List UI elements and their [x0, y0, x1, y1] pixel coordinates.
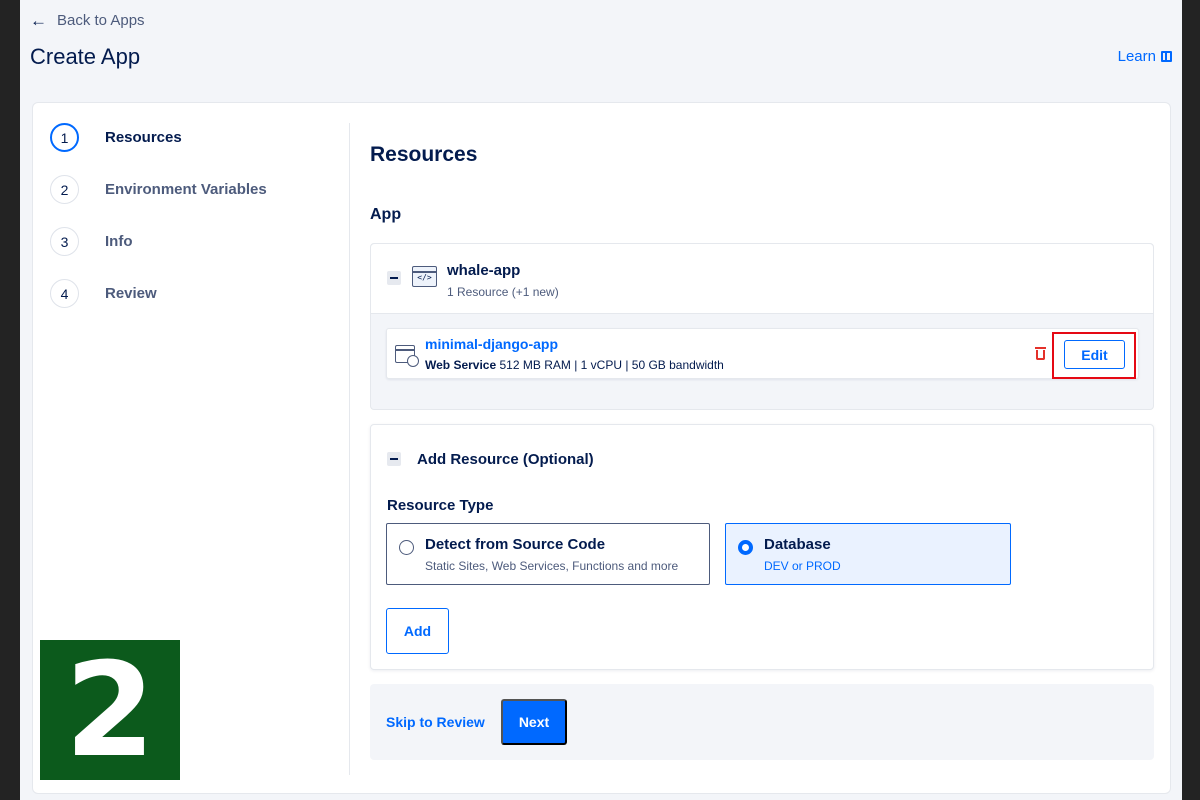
option-detect-from-source[interactable]: Detect from Source Code Static Sites, We…	[386, 523, 710, 585]
code-window-icon: </>	[412, 266, 437, 287]
step-environment-variables[interactable]: 2 Environment Variables	[50, 175, 267, 204]
step-number: 2	[50, 175, 79, 204]
step-label: Resources	[105, 129, 182, 146]
app-section-label: App	[370, 206, 402, 223]
learn-link-label: Learn	[1117, 48, 1156, 65]
web-service-globe-icon	[395, 345, 419, 367]
radio-checked[interactable]	[738, 540, 753, 555]
component-type: Web Service	[425, 358, 497, 372]
component-name-link[interactable]: minimal-django-app	[425, 336, 558, 352]
section-title: Resources	[370, 143, 478, 166]
step-number: 1	[50, 123, 79, 152]
page-title: Create App	[30, 44, 141, 69]
option-title: Database	[764, 536, 831, 553]
step-number: 4	[50, 279, 79, 308]
resources-main: Resources App </> whale-app 1 Resource (…	[370, 103, 1154, 793]
resource-type-label: Resource Type	[387, 497, 494, 514]
app-panel: </> whale-app 1 Resource (+1 new) minima…	[370, 243, 1154, 410]
back-link-label: Back to Apps	[57, 12, 145, 29]
option-subtitle: DEV or PROD	[764, 559, 841, 573]
component-row: minimal-django-app Web Service 512 MB RA…	[386, 328, 1139, 379]
option-subtitle: Static Sites, Web Services, Functions an…	[425, 559, 679, 573]
skip-to-review-link[interactable]: Skip to Review	[386, 714, 485, 730]
arrow-left-icon: ←	[30, 11, 47, 30]
learn-link[interactable]: Learn	[1118, 48, 1172, 65]
app-name: whale-app	[447, 262, 521, 279]
add-resource-panel: Add Resource (Optional) Resource Type De…	[370, 424, 1154, 670]
step-number-badge: 2	[40, 640, 180, 780]
step-label: Info	[105, 233, 133, 250]
app-resource-count: 1 Resource (+1 new)	[447, 285, 559, 299]
component-spec-text: 512 MB RAM | 1 vCPU | 50 GB bandwidth	[499, 358, 724, 372]
app-header: </> whale-app 1 Resource (+1 new)	[371, 244, 1153, 314]
add-button[interactable]: Add	[386, 608, 449, 654]
footer-bar: Skip to Review Next	[370, 684, 1154, 760]
component-spec: Web Service 512 MB RAM | 1 vCPU | 50 GB …	[425, 358, 724, 372]
collapse-app-button[interactable]	[387, 271, 401, 285]
step-label: Review	[105, 285, 157, 302]
step-resources[interactable]: 1 Resources	[50, 123, 182, 152]
step-review[interactable]: 4 Review	[50, 279, 157, 308]
next-button[interactable]: Next	[501, 699, 567, 745]
option-database[interactable]: Database DEV or PROD	[725, 523, 1011, 585]
step-number: 3	[50, 227, 79, 256]
collapse-add-resource-button[interactable]	[387, 452, 401, 466]
add-resource-title: Add Resource (Optional)	[417, 451, 594, 468]
trash-icon[interactable]	[1035, 347, 1046, 360]
stepper-divider	[349, 123, 350, 775]
step-label: Environment Variables	[105, 181, 267, 198]
book-icon	[1161, 51, 1172, 62]
radio-unchecked[interactable]	[399, 540, 414, 555]
create-app-card: 1 Resources 2 Environment Variables 3 In…	[32, 102, 1171, 794]
edit-button[interactable]: Edit	[1064, 340, 1125, 369]
back-to-apps-link[interactable]: ← Back to Apps	[30, 12, 145, 29]
step-info[interactable]: 3 Info	[50, 227, 133, 256]
create-app-page: ← Back to Apps Create App Learn 1 Resour…	[20, 0, 1182, 800]
option-title: Detect from Source Code	[425, 536, 606, 553]
